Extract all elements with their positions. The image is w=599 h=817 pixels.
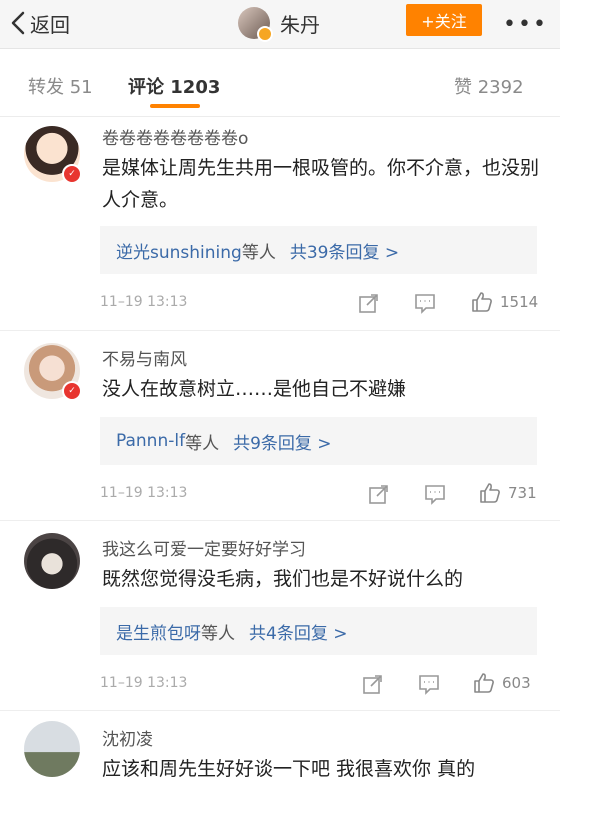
reply-count[interactable]: 共4条回复 > [249, 619, 347, 644]
reply-summary[interactable]: 是生煎包呀 等人 共4条回复 > [100, 607, 537, 655]
tab-comment[interactable]: 评论 1203 [128, 73, 220, 99]
comment-icon[interactable] [418, 673, 440, 695]
like-button[interactable]: 1514 [470, 290, 538, 314]
avatar[interactable] [24, 721, 80, 777]
reply-count[interactable]: 共9条回复 > [233, 429, 331, 454]
like-count: 1514 [500, 293, 539, 311]
reply-users[interactable]: 是生煎包呀 [116, 619, 201, 644]
divider [0, 330, 560, 331]
comment-icon[interactable] [414, 292, 436, 314]
more-icon[interactable]: ••• [503, 12, 548, 37]
thumbs-up-icon [480, 483, 500, 503]
comment-meta: 11–19 13:13 731 [100, 481, 540, 507]
comment-text: 既然您觉得没毛病，我们也是不好说什么的 [102, 568, 464, 590]
comments-screen: 返回 朱丹 +关注 ••• 转发 51 评论 1203 赞 2392 ✓ 卷卷卷… [0, 0, 560, 817]
avatar[interactable]: ✓ [24, 343, 82, 401]
profile-title[interactable]: 朱丹 [238, 5, 320, 42]
comment-username[interactable]: 卷卷卷卷卷卷卷卷o [102, 124, 248, 149]
active-tab-indicator [150, 104, 200, 108]
divider [0, 520, 560, 521]
reply-users[interactable]: 逆光sunshining [116, 238, 242, 263]
reply-users[interactable]: Pannn-lf [116, 431, 185, 451]
like-button[interactable]: 603 [472, 671, 531, 695]
comment-text: 是媒体让周先生共用一根吸管的。你不介意，也没别人介意。 [102, 157, 540, 211]
like-count: 731 [508, 484, 537, 502]
reply-others-label: 等人 [241, 242, 276, 263]
avatar [238, 7, 273, 42]
avatar[interactable] [24, 533, 80, 589]
comment-icon[interactable] [424, 483, 446, 505]
thumbs-up-icon [474, 673, 494, 693]
like-button[interactable]: 731 [478, 481, 537, 505]
back-button[interactable]: 返回 [10, 9, 70, 37]
comment-username[interactable]: 我这么可爱一定要好好学习 [102, 535, 306, 560]
like-count: 603 [502, 674, 531, 692]
chevron-left-icon [11, 11, 25, 35]
reply-count[interactable]: 共39条回复 > [290, 238, 399, 263]
tab-bar: 转发 51 评论 1203 赞 2392 [0, 48, 560, 117]
comment-meta: 11–19 13:13 603 [100, 671, 540, 697]
reply-others-label: 等人 [185, 433, 220, 454]
comment-text: 没人在故意树立……是他自己不避嫌 [102, 378, 407, 400]
comment-meta: 11–19 13:13 1514 [100, 290, 540, 316]
tab-like[interactable]: 赞 2392 [454, 73, 524, 99]
verified-badge-icon: ✓ [62, 164, 82, 184]
reply-others-label: 等人 [201, 623, 235, 644]
divider [0, 710, 560, 711]
share-icon[interactable] [358, 292, 380, 314]
avatar[interactable]: ✓ [24, 126, 82, 184]
comment-username[interactable]: 沈初凌 [102, 725, 153, 750]
reply-summary[interactable]: Pannn-lf 等人 共9条回复 > [100, 417, 537, 465]
comment-time: 11–19 13:13 [100, 294, 188, 310]
back-label: 返回 [30, 12, 70, 37]
follow-button[interactable]: +关注 [406, 4, 482, 36]
comment-text: 应该和周先生好好谈一下吧 我很喜欢你 真的 [102, 758, 476, 780]
comment-time: 11–19 13:13 [100, 675, 188, 691]
verified-badge-icon [257, 26, 273, 42]
top-bar: 返回 朱丹 +关注 ••• [0, 0, 560, 49]
reply-summary[interactable]: 逆光sunshining 等人 共39条回复 > [100, 226, 537, 274]
page-title: 朱丹 [280, 12, 320, 37]
verified-badge-icon: ✓ [62, 381, 82, 401]
share-icon[interactable] [368, 483, 390, 505]
thumbs-up-icon [472, 292, 492, 312]
share-icon[interactable] [362, 673, 384, 695]
comment-username[interactable]: 不易与南风 [102, 345, 187, 370]
tab-repost[interactable]: 转发 51 [28, 73, 93, 99]
comment-time: 11–19 13:13 [100, 485, 188, 501]
